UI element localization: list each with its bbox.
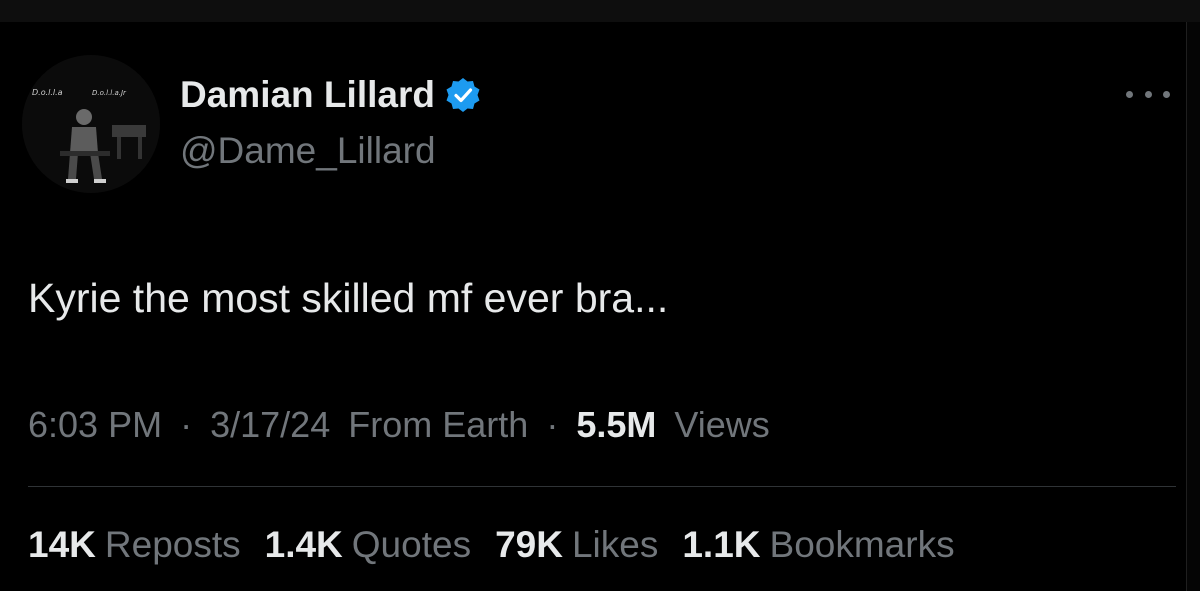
stat-reposts[interactable]: 14K Reposts bbox=[28, 524, 241, 566]
tweet-card: D.o.l.l.a D.o.l.l.a.Jr Damian Lillard @D… bbox=[0, 22, 1186, 591]
author-handle[interactable]: @Dame_Lillard bbox=[180, 130, 436, 172]
stat-likes[interactable]: 79K Likes bbox=[495, 524, 658, 566]
tweet-source: From Earth bbox=[348, 404, 529, 445]
stat-quotes[interactable]: 1.4K Quotes bbox=[265, 524, 471, 566]
author-name-text[interactable]: Damian Lillard bbox=[180, 74, 435, 116]
meta-separator: · bbox=[180, 404, 193, 445]
more-dot bbox=[1144, 90, 1152, 98]
verified-badge-icon bbox=[445, 77, 481, 113]
avatar-text-right: D.o.l.l.a.Jr bbox=[92, 89, 127, 97]
tweet-meta: 6:03 PM · 3/17/24 From Earth · 5.5M View… bbox=[28, 404, 770, 446]
tweet-time[interactable]: 6:03 PM bbox=[28, 404, 162, 445]
stat-label: Quotes bbox=[351, 524, 472, 565]
stat-count: 1.4K bbox=[264, 524, 343, 565]
avatar[interactable]: D.o.l.l.a D.o.l.l.a.Jr bbox=[22, 55, 160, 193]
more-dot bbox=[1126, 90, 1133, 98]
scroll-edge bbox=[1186, 22, 1200, 591]
meta-separator: · bbox=[546, 404, 559, 445]
stat-count: 1.1K bbox=[682, 524, 761, 565]
engagement-stats: 14K Reposts 1.4K Quotes 79K Likes 1.1K Bookm… bbox=[28, 524, 979, 566]
stat-count: 79K bbox=[495, 524, 563, 565]
more-dot bbox=[1163, 90, 1170, 98]
author-name[interactable]: Damian Lillard bbox=[180, 74, 481, 116]
more-options-icon[interactable] bbox=[1126, 82, 1170, 106]
top-bar bbox=[0, 0, 1200, 22]
views-count: 5.5M bbox=[576, 404, 657, 445]
stat-count: 14K bbox=[28, 524, 96, 565]
stat-label: Bookmarks bbox=[769, 524, 955, 565]
divider bbox=[28, 486, 1176, 487]
avatar-text-left: D.o.l.l.a bbox=[32, 88, 63, 97]
tweet-date[interactable]: 3/17/24 bbox=[210, 404, 330, 445]
tweet-text: Kyrie the most skilled mf ever bra... bbox=[28, 275, 669, 321]
views-label: Views bbox=[674, 404, 770, 445]
stat-bookmarks[interactable]: 1.1K Bookmarks bbox=[682, 524, 954, 566]
stat-label: Reposts bbox=[104, 524, 241, 565]
stat-label: Likes bbox=[571, 524, 659, 565]
